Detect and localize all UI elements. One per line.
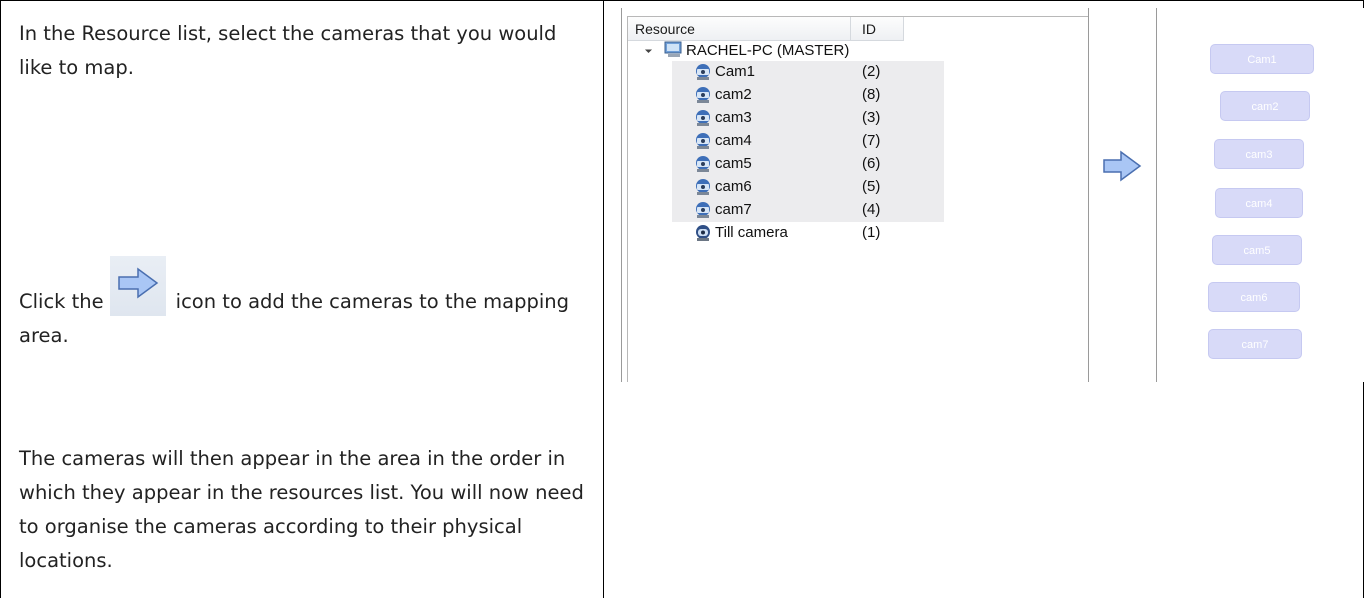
column-header-id[interactable]: ID [862, 21, 876, 37]
instruction-arrange-cameras: The cameras will then appear in the area… [19, 447, 584, 572]
mapped-camera-button[interactable]: Cam1 [1210, 44, 1314, 74]
camera-icon [696, 156, 710, 172]
tree-item-camera[interactable]: cam7 [715, 201, 752, 218]
instruction-select-cameras: In the Resource list, select the cameras… [19, 22, 557, 79]
tree-root-label[interactable]: RACHEL-PC (MASTER) [686, 42, 849, 59]
right-arrow-icon[interactable] [1102, 150, 1142, 182]
tree-header: Resource ID [628, 17, 904, 41]
tree-item-camera[interactable]: cam2 [715, 86, 752, 103]
mapped-camera-button[interactable]: cam7 [1208, 329, 1302, 359]
tree-item-id: (7) [862, 132, 881, 149]
camera-icon [696, 110, 710, 126]
camera-icon [696, 202, 710, 218]
camera-icon [696, 179, 710, 195]
mapped-camera-button[interactable]: cam5 [1212, 235, 1302, 265]
tree-item-id: (6) [862, 155, 881, 172]
tree-item-camera[interactable]: cam6 [715, 178, 752, 195]
tree-item-id: (3) [862, 109, 881, 126]
camera-icon [696, 225, 710, 241]
camera-icon [696, 133, 710, 149]
mapped-camera-button[interactable]: cam3 [1214, 139, 1304, 169]
column-separator [850, 17, 851, 40]
column-separator [903, 17, 904, 40]
tree-item-id: (8) [862, 86, 881, 103]
instruction-click-text-before: Click the [19, 290, 104, 313]
tree-item-id: (2) [862, 63, 881, 80]
tree-item-id: (5) [862, 178, 881, 195]
right-arrow-icon [109, 256, 166, 316]
tree-item-camera[interactable]: cam5 [715, 155, 752, 172]
tree-item-camera[interactable]: Till camera [715, 224, 788, 241]
pane-divider [1088, 8, 1089, 382]
instruction-cell: In the Resource list, select the cameras… [0, 0, 604, 598]
pane-border [621, 8, 622, 382]
camera-icon [696, 87, 710, 103]
expand-collapse-icon[interactable] [644, 45, 653, 54]
column-header-resource[interactable]: Resource [635, 21, 695, 37]
tree-item-camera[interactable]: cam3 [715, 109, 752, 126]
camera-icon [696, 64, 710, 80]
tree-item-camera[interactable]: Cam1 [715, 63, 755, 80]
mapped-camera-button[interactable]: cam6 [1208, 282, 1300, 312]
tree-item-id: (1) [862, 224, 881, 241]
tree-item-camera[interactable]: cam4 [715, 132, 752, 149]
instruction-click-icon: Click the icon to add the cameras to the … [19, 256, 594, 353]
computer-icon [664, 41, 682, 57]
mapped-camera-button[interactable]: cam4 [1215, 188, 1303, 218]
mapped-camera-button[interactable]: cam2 [1220, 91, 1310, 121]
pane-divider [1156, 8, 1157, 382]
tree-item-id: (4) [862, 201, 881, 218]
resource-tree-pane[interactable]: Resource ID RACHEL-PC (MASTER) Cam1 (2) ca… [627, 16, 1088, 382]
